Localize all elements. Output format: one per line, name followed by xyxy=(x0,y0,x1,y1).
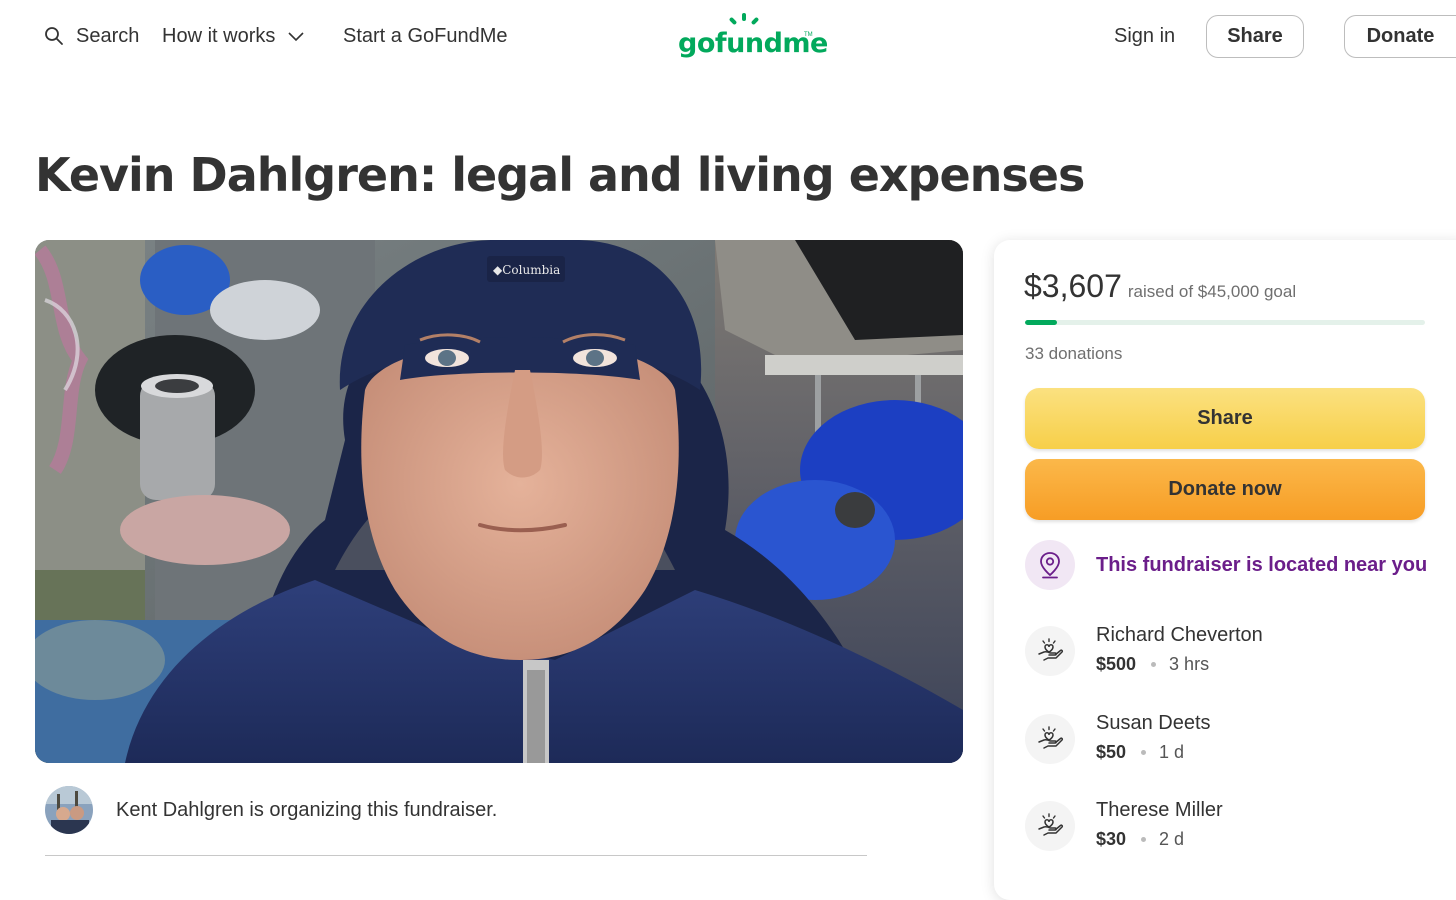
donor-meta: $50 1 d xyxy=(1096,742,1184,763)
donation-card: $3,607 raised of $45,000 goal 33 donatio… xyxy=(994,240,1456,900)
gofundme-logo[interactable]: gofundme TM xyxy=(676,12,828,64)
header-donate-label: Donate xyxy=(1366,25,1435,47)
donor-time: 1 d xyxy=(1159,742,1185,762)
top-nav: Search How it works Start a GoFundMe gof… xyxy=(0,0,1456,74)
campaign-photo[interactable]: ◆Columbia xyxy=(35,240,963,763)
share-button-label: Share xyxy=(1197,407,1253,429)
donate-now-button[interactable]: Donate now xyxy=(1025,459,1425,520)
search-link[interactable]: Search xyxy=(44,22,139,50)
start-gofundme-link[interactable]: Start a GoFundMe xyxy=(343,22,508,50)
organizer-text: Kent Dahlgren is organizing this fundrai… xyxy=(116,798,498,821)
header-share-button[interactable]: Share xyxy=(1206,15,1304,58)
heart-hand-icon xyxy=(1025,801,1075,851)
organizer-avatar[interactable] xyxy=(45,786,93,834)
heart-hand-icon xyxy=(1025,714,1075,764)
donor-amount: $50 xyxy=(1096,742,1127,762)
donor-meta: $500 3 hrs xyxy=(1096,654,1209,675)
separator-dot xyxy=(1141,837,1147,842)
donate-now-label: Donate now xyxy=(1168,478,1282,500)
donor-time: 3 hrs xyxy=(1169,654,1210,674)
search-icon xyxy=(45,27,63,45)
campaign-title: Kevin Dahlgren: legal and living expense… xyxy=(35,148,1085,202)
donor-amount: $30 xyxy=(1096,829,1127,849)
donor-name: Susan Deets xyxy=(1096,712,1211,734)
how-it-works-menu[interactable]: How it works xyxy=(162,22,305,50)
header-share-label: Share xyxy=(1227,25,1283,47)
raised-amount: $3,607 xyxy=(1024,268,1122,304)
donor-amount: $500 xyxy=(1096,654,1137,674)
how-it-works-label: How it works xyxy=(162,24,276,47)
donor-time: 2 d xyxy=(1159,829,1185,849)
raised-goal: raised of $45,000 goal xyxy=(1127,282,1297,301)
near-you-notice: This fundraiser is located near you xyxy=(1025,540,1427,590)
header-donate-button[interactable]: Donate xyxy=(1344,15,1456,58)
heart-hand-icon xyxy=(1025,626,1075,676)
donor-name: Therese Miller xyxy=(1096,799,1223,821)
donor-row: Therese Miller $30 2 d xyxy=(1025,799,1445,859)
progress-bar xyxy=(1025,320,1425,325)
search-label: Search xyxy=(76,24,140,47)
near-you-text: This fundraiser is located near you xyxy=(1096,553,1428,576)
campaign-photo-illustration: ◆Columbia xyxy=(35,240,963,763)
start-gofundme-label: Start a GoFundMe xyxy=(343,24,508,47)
donor-meta: $30 2 d xyxy=(1096,829,1184,850)
donor-row: Susan Deets $50 1 d xyxy=(1025,712,1445,772)
donation-count[interactable]: 33 donations xyxy=(1025,344,1122,364)
sign-in-link[interactable]: Sign in xyxy=(1114,22,1175,50)
sign-in-label: Sign in xyxy=(1114,24,1176,47)
raised-summary: $3,607 raised of $45,000 goal xyxy=(1024,268,1296,305)
organizer-row: Kent Dahlgren is organizing this fundrai… xyxy=(45,786,875,834)
donor-name: Richard Cheverton xyxy=(1096,624,1263,646)
section-divider xyxy=(45,855,867,856)
separator-dot xyxy=(1151,662,1157,667)
separator-dot xyxy=(1141,750,1147,755)
logo-trademark: TM xyxy=(804,32,813,38)
donor-row: Richard Cheverton $500 3 hrs xyxy=(1025,624,1445,684)
location-pin-icon xyxy=(1025,540,1075,590)
svg-text:◆Columbia: ◆Columbia xyxy=(493,263,560,277)
progress-fill xyxy=(1025,320,1057,325)
chevron-down-icon xyxy=(288,32,304,42)
share-button[interactable]: Share xyxy=(1025,388,1425,449)
